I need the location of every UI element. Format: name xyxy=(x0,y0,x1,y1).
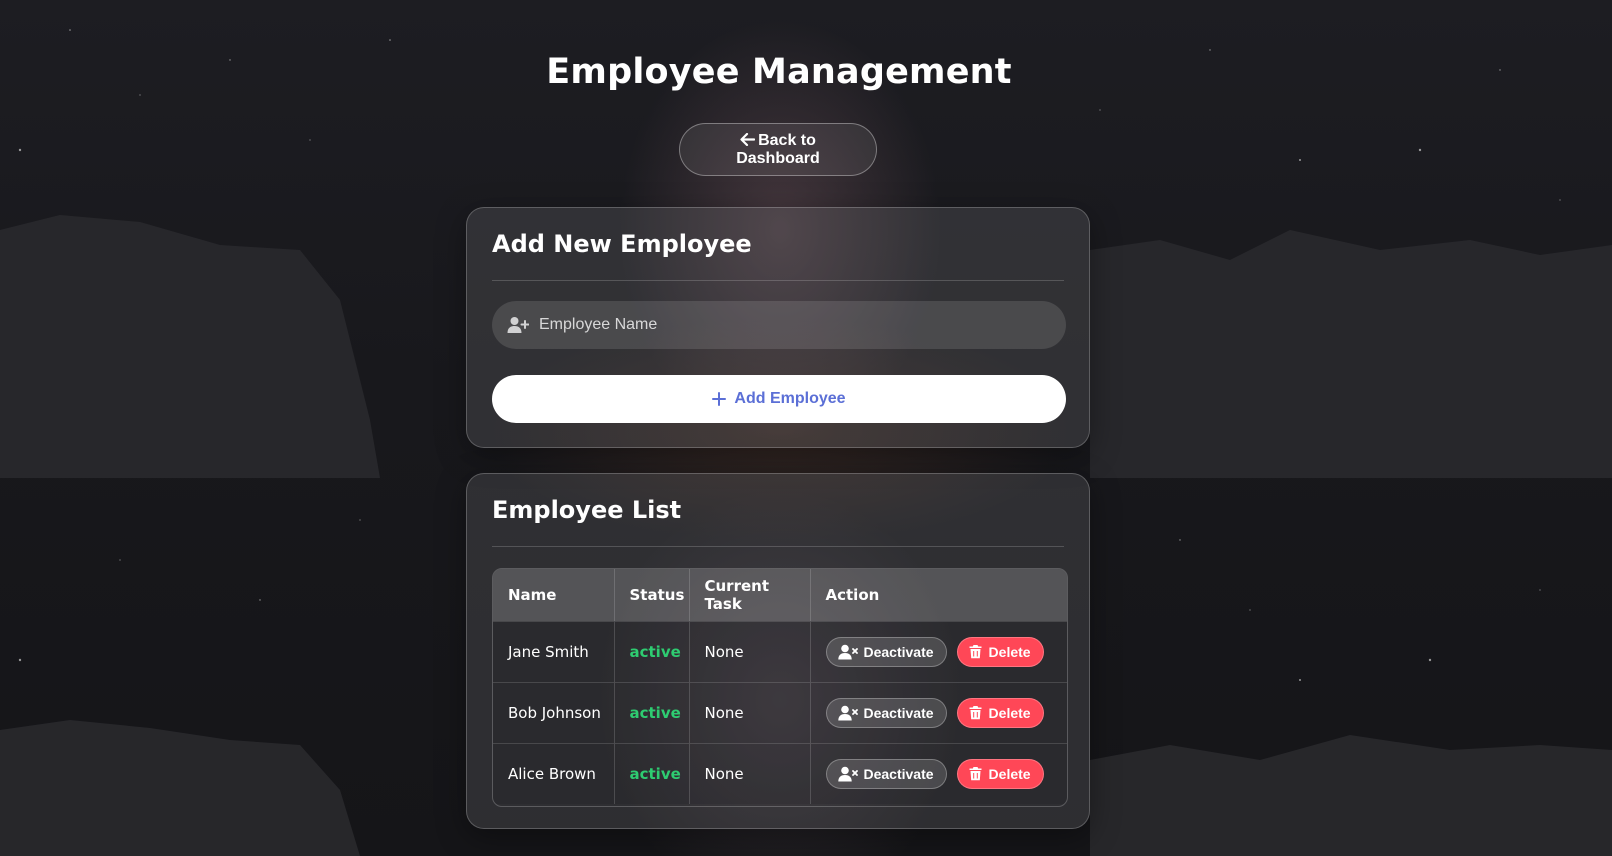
employee-name: Bob Johnson xyxy=(493,682,615,743)
employee-name: Jane Smith xyxy=(493,621,615,682)
table-row: Bob Johnson active None Deactivate Delet… xyxy=(493,682,1067,743)
deactivate-button-label: Deactivate xyxy=(863,765,934,782)
user-xmark-icon xyxy=(837,644,858,659)
user-xmark-icon xyxy=(837,766,858,782)
action-cell: Deactivate Delete xyxy=(810,621,1067,682)
current-task: None xyxy=(689,621,811,682)
user-plus-icon xyxy=(507,317,529,333)
add-employee-card: Add New Employee Add Employee xyxy=(466,207,1090,448)
deactivate-button[interactable]: Deactivate xyxy=(825,636,947,667)
status-badge: active xyxy=(614,743,690,804)
plus-icon xyxy=(712,392,727,406)
trash-icon xyxy=(969,706,982,720)
deactivate-button-label: Deactivate xyxy=(863,643,934,660)
employee-list-card: Employee List Name Status Current Task A… xyxy=(466,473,1090,829)
employee-list-heading: Employee List xyxy=(492,496,682,524)
table-row: Alice Brown active None Deactivate Delet… xyxy=(493,743,1067,804)
back-to-dashboard-button[interactable]: Back to Dashboard xyxy=(679,123,877,176)
page-title: Employee Management xyxy=(546,52,1012,92)
add-employee-heading: Add New Employee xyxy=(492,230,752,258)
column-header-current-task: Current Task xyxy=(689,569,811,621)
current-task: None xyxy=(689,743,811,804)
deactivate-button[interactable]: Deactivate xyxy=(825,758,947,789)
current-task: None xyxy=(689,682,811,743)
delete-button-label: Delete xyxy=(988,765,1031,782)
employee-table-container: Name Status Current Task Action Jane Smi… xyxy=(492,568,1068,807)
add-employee-button[interactable]: Add Employee xyxy=(492,375,1066,423)
status-badge: active xyxy=(614,621,690,682)
table-header-row: Name Status Current Task Action xyxy=(493,569,1067,621)
employee-name-field[interactable] xyxy=(492,301,1066,349)
action-cell: Deactivate Delete xyxy=(810,682,1067,743)
delete-button[interactable]: Delete xyxy=(956,758,1044,789)
deactivate-button[interactable]: Deactivate xyxy=(825,697,947,728)
delete-button[interactable]: Delete xyxy=(956,636,1044,667)
deactivate-button-label: Deactivate xyxy=(863,704,934,721)
column-header-action: Action xyxy=(825,585,880,604)
trash-icon xyxy=(969,767,982,781)
trash-icon xyxy=(969,645,982,659)
add-employee-button-label: Add Employee xyxy=(734,390,846,407)
employee-name: Alice Brown xyxy=(493,743,615,804)
column-header-name: Name xyxy=(493,569,615,621)
column-header-status: Status xyxy=(614,569,690,621)
arrow-left-icon xyxy=(740,132,756,146)
delete-button-label: Delete xyxy=(988,704,1031,721)
user-xmark-icon xyxy=(837,705,858,720)
status-badge: active xyxy=(614,682,690,743)
delete-button-label: Delete xyxy=(988,643,1031,660)
action-cell: Deactivate Delete xyxy=(810,743,1067,804)
add-employee-divider xyxy=(492,280,1064,281)
employee-name-input[interactable] xyxy=(537,302,1066,348)
employee-table: Name Status Current Task Action Jane Smi… xyxy=(493,569,1067,804)
delete-button[interactable]: Delete xyxy=(956,697,1044,728)
employee-list-divider xyxy=(492,546,1064,547)
table-row: Jane Smith active None Deactivate Delete xyxy=(493,621,1067,682)
